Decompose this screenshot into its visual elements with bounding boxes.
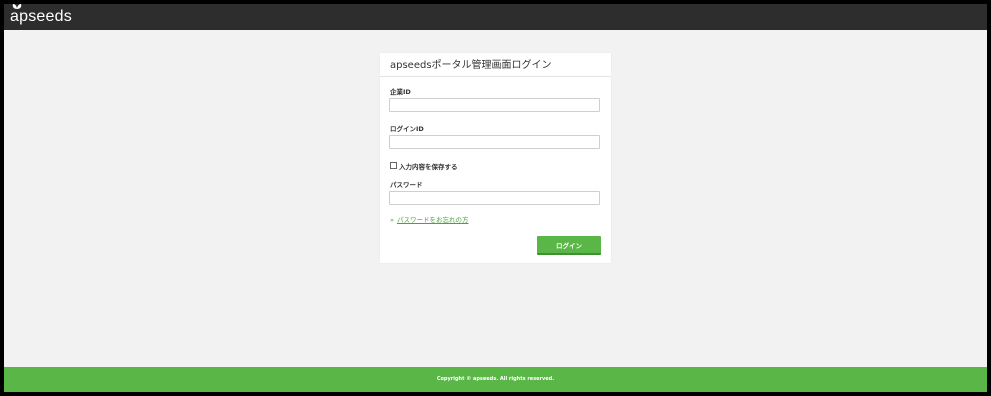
- remember-checkbox[interactable]: [390, 162, 397, 169]
- forgot-password-link[interactable]: パスワードをお忘れの方: [397, 216, 469, 224]
- login-id-input[interactable]: [389, 135, 600, 149]
- password-input[interactable]: [389, 191, 600, 205]
- login-title: apseedsポータル管理画面ログイン: [390, 60, 552, 71]
- site-footer: Copyright © apseeds. All rights reserved…: [4, 367, 987, 392]
- apseeds-logo[interactable]: apseeds: [10, 4, 72, 28]
- site-header: apseeds: [4, 4, 987, 30]
- chevron-right-icon: »: [390, 216, 394, 224]
- forgot-password-row: » パスワードをお忘れの方: [390, 216, 468, 224]
- copyright-text: Copyright © apseeds. All rights reserved…: [436, 376, 555, 382]
- remember-label: 入力内容を保存する: [399, 162, 458, 171]
- password-label: パスワード: [390, 181, 423, 189]
- login-button[interactable]: ログイン: [537, 236, 601, 255]
- company-id-input[interactable]: [389, 98, 600, 112]
- leaf-icon: [12, 4, 22, 9]
- title-divider: [380, 76, 611, 77]
- logo-text: apseeds: [10, 8, 72, 25]
- remember-option[interactable]: 入力内容を保存する: [390, 161, 458, 171]
- login-id-label: ログインID: [390, 125, 424, 133]
- login-card: apseedsポータル管理画面ログイン 企業ID ログインID 入力内容を保存す…: [380, 53, 611, 263]
- browser-viewport: apseeds apseedsポータル管理画面ログイン 企業ID ログインID …: [4, 4, 987, 392]
- company-id-label: 企業ID: [390, 88, 411, 96]
